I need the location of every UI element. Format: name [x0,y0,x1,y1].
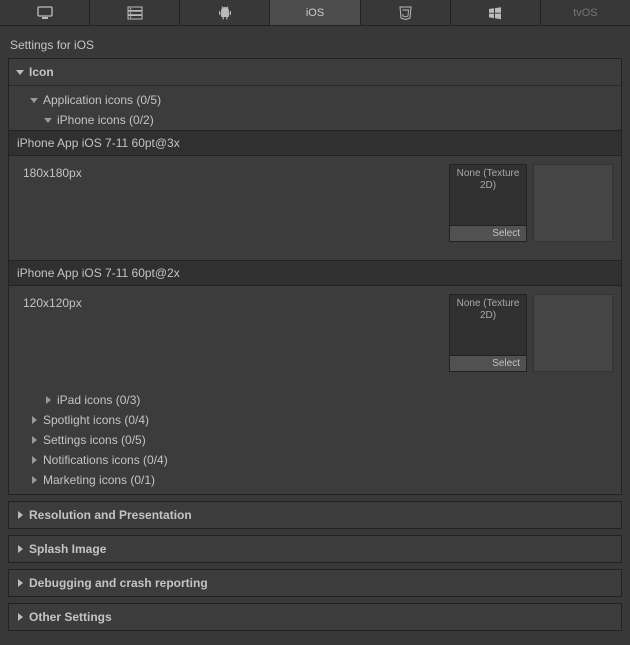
icon-entry-size: 120x120px [23,294,449,372]
triangle-right-icon [15,510,25,520]
icon-preview [533,164,613,242]
icon-preview [533,294,613,372]
settings-title: Settings for iOS [8,34,622,58]
monitor-icon [37,6,53,20]
resolution-section: Resolution and Presentation [8,501,622,529]
texture-picker: None (Texture 2D) Select [449,164,527,242]
tab-standalone[interactable] [0,0,90,25]
tree-label: iPhone icons (0/2) [57,113,154,127]
tab-ios[interactable]: iOS [270,0,360,25]
texture-picker: None (Texture 2D) Select [449,294,527,372]
triangle-right-icon [15,578,25,588]
triangle-right-icon [29,435,39,445]
windows-icon [488,6,502,20]
triangle-right-icon [15,612,25,622]
tab-uwp[interactable] [451,0,541,25]
splash-section-header[interactable]: Splash Image [9,536,621,562]
debug-section-header[interactable]: Debugging and crash reporting [9,570,621,596]
triangle-right-icon [29,455,39,465]
tree-label: Marketing icons (0/1) [43,473,155,487]
icon-entry: 180x180px None (Texture 2D) Select [9,156,621,250]
android-icon [218,6,232,20]
other-section-header[interactable]: Other Settings [9,604,621,630]
triangle-right-icon [43,395,53,405]
icon-entry-header: iPhone App iOS 7-11 60pt@3x [9,130,621,156]
tree-iphone-icons[interactable]: iPhone icons (0/2) [9,110,621,130]
triangle-down-icon [15,67,25,77]
tree-marketing-icons[interactable]: Marketing icons (0/1) [9,470,621,490]
tab-android[interactable] [180,0,270,25]
settings-panel: Settings for iOS Icon Application icons … [0,26,630,645]
triangle-down-icon [43,115,53,125]
html5-icon [399,6,412,20]
icon-section: Icon Application icons (0/5) iPhone icon… [8,58,622,495]
icon-section-label: Icon [29,65,54,79]
tvos-label: tvOS [573,7,597,19]
icon-entry: 120x120px None (Texture 2D) Select [9,286,621,380]
icon-section-header[interactable]: Icon [9,59,621,86]
resolution-section-header[interactable]: Resolution and Presentation [9,502,621,528]
platform-tabbar: iOS tvOS [0,0,630,26]
tree-spotlight-icons[interactable]: Spotlight icons (0/4) [9,410,621,430]
icon-entry-header: iPhone App iOS 7-11 60pt@2x [9,260,621,286]
tree-settings-icons[interactable]: Settings icons (0/5) [9,430,621,450]
select-button[interactable]: Select [449,356,527,372]
select-button[interactable]: Select [449,226,527,242]
tab-webgl[interactable] [361,0,451,25]
other-section: Other Settings [8,603,622,631]
tree-label: Notifications icons (0/4) [43,453,168,467]
triangle-right-icon [15,544,25,554]
section-label: Debugging and crash reporting [29,576,208,590]
splash-section: Splash Image [8,535,622,563]
tree-application-icons[interactable]: Application icons (0/5) [9,90,621,110]
tab-tvos[interactable]: tvOS [541,0,630,25]
debug-section: Debugging and crash reporting [8,569,622,597]
tree-notifications-icons[interactable]: Notifications icons (0/4) [9,450,621,470]
triangle-down-icon [29,95,39,105]
texture-field[interactable]: None (Texture 2D) [449,294,527,356]
server-icon [127,6,143,20]
tree-label: iPad icons (0/3) [57,393,140,407]
triangle-right-icon [29,475,39,485]
tree-ipad-icons[interactable]: iPad icons (0/3) [9,390,621,410]
section-label: Splash Image [29,542,106,556]
ios-label: iOS [306,7,324,19]
triangle-right-icon [29,415,39,425]
tab-server[interactable] [90,0,180,25]
tree-label: Spotlight icons (0/4) [43,413,149,427]
section-label: Resolution and Presentation [29,508,192,522]
tree-label: Settings icons (0/5) [43,433,146,447]
icon-entry-size: 180x180px [23,164,449,242]
section-label: Other Settings [29,610,112,624]
texture-field[interactable]: None (Texture 2D) [449,164,527,226]
tree-label: Application icons (0/5) [43,93,161,107]
